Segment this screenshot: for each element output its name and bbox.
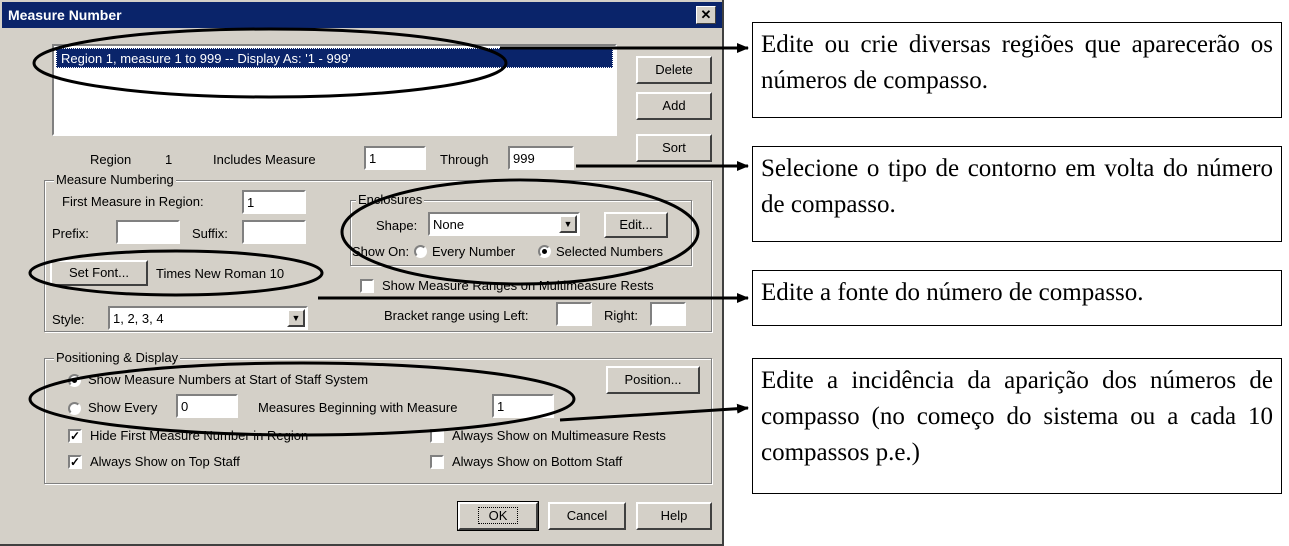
show-ranges-checkbox[interactable] (360, 279, 374, 293)
show-at-start-label: Show Measure Numbers at Start of Staff S… (88, 372, 369, 387)
style-dropdown[interactable]: 1, 2, 3, 4 ▼ (108, 306, 308, 330)
add-button-label: Add (662, 98, 686, 113)
prefix-label: Prefix: (52, 226, 89, 241)
suffix-label: Suffix: (192, 226, 228, 241)
region-number: 1 (165, 152, 173, 167)
prefix-field[interactable] (116, 220, 180, 244)
positioning-display-legend: Positioning & Display (54, 350, 181, 365)
bracket-left-field[interactable] (556, 302, 592, 326)
shape-label: Shape: (376, 218, 418, 233)
first-measure-field[interactable]: 1 (242, 190, 306, 214)
beginning-with-field[interactable]: 1 (492, 394, 554, 418)
help-button-label: Help (660, 508, 688, 523)
bracket-range-label: Bracket range using Left: (384, 308, 529, 323)
selected-numbers-label: Selected Numbers (556, 244, 663, 259)
region-label: Region (90, 152, 132, 167)
callout-font: Edite a fonte do número de compasso. (752, 270, 1282, 326)
every-number-radio[interactable] (414, 245, 427, 258)
check-icon: ✓ (70, 455, 81, 469)
callout-enclosure: Selecione o tipo de contorno em volta do… (752, 146, 1282, 242)
show-on-label: Show On: (352, 244, 410, 259)
callout-positioning: Edite a incidência da aparição dos númer… (752, 358, 1282, 494)
includes-measure-field[interactable]: 1 (364, 146, 426, 170)
through-label: Through (440, 152, 489, 167)
sort-button-label: Sort (662, 140, 686, 155)
position-button[interactable]: Position... (606, 366, 700, 394)
dialog-title: Measure Number (8, 7, 122, 23)
includes-measure-label: Includes Measure (213, 152, 316, 167)
sort-button[interactable]: Sort (636, 134, 712, 162)
add-button[interactable]: Add (636, 92, 712, 120)
always-top-checkbox[interactable]: ✓ (68, 455, 82, 469)
region-list-item[interactable]: Region 1, measure 1 to 999 -- Display As… (56, 48, 613, 68)
beginning-with-label: Measures Beginning with Measure (258, 400, 458, 415)
edit-button-label: Edit... (619, 217, 653, 232)
ok-button-label: OK (477, 507, 519, 524)
shape-dropdown[interactable]: None ▼ (428, 212, 580, 236)
always-multimeasure-label: Always Show on Multimeasure Rests (452, 428, 666, 443)
dialog-titlebar: Measure Number ✕ (2, 2, 722, 28)
always-bottom-checkbox[interactable] (430, 455, 444, 469)
measure-number-dialog: Measure Number ✕ Region 1, measure 1 to … (0, 0, 724, 546)
show-every-radio[interactable] (68, 402, 81, 415)
show-at-start-radio[interactable] (68, 374, 81, 387)
close-icon[interactable]: ✕ (696, 6, 716, 24)
set-font-button-label: Set Font... (69, 265, 129, 280)
dropdown-arrow-icon[interactable]: ▼ (287, 309, 305, 327)
shape-dropdown-value: None (433, 217, 465, 232)
show-every-label: Show Every (88, 400, 158, 415)
region-listbox[interactable]: Region 1, measure 1 to 999 -- Display As… (52, 44, 617, 136)
always-top-label: Always Show on Top Staff (90, 454, 240, 469)
style-label: Style: (52, 312, 85, 327)
always-bottom-label: Always Show on Bottom Staff (452, 454, 623, 469)
cancel-button-label: Cancel (566, 508, 608, 523)
font-display: Times New Roman 10 (156, 266, 285, 281)
show-ranges-label: Show Measure Ranges on Multimeasure Rest… (382, 278, 654, 293)
dropdown-arrow-icon[interactable]: ▼ (559, 215, 577, 233)
suffix-field[interactable] (242, 220, 306, 244)
selected-numbers-radio[interactable] (538, 245, 551, 258)
delete-button-label: Delete (655, 62, 693, 77)
set-font-button[interactable]: Set Font... (50, 260, 148, 286)
help-button[interactable]: Help (636, 502, 712, 530)
enclosures-legend: Enclosures (356, 192, 425, 207)
cancel-button[interactable]: Cancel (548, 502, 626, 530)
style-dropdown-value: 1, 2, 3, 4 (113, 311, 164, 326)
first-measure-label: First Measure in Region: (62, 194, 204, 209)
measure-numbering-legend: Measure Numbering (54, 172, 176, 187)
bracket-right-label: Right: (604, 308, 638, 323)
check-icon: ✓ (70, 429, 81, 443)
position-button-label: Position... (624, 372, 682, 387)
hide-first-label: Hide First Measure Number in Region (90, 428, 309, 443)
callout-regions: Edite ou crie diversas regiões que apare… (752, 22, 1282, 118)
every-number-label: Every Number (432, 244, 516, 259)
delete-button[interactable]: Delete (636, 56, 712, 84)
show-every-field[interactable]: 0 (176, 394, 238, 418)
edit-enclosure-button[interactable]: Edit... (604, 212, 668, 238)
always-multimeasure-checkbox[interactable] (430, 429, 444, 443)
ok-button[interactable]: OK (457, 501, 539, 531)
bracket-right-field[interactable] (650, 302, 686, 326)
hide-first-checkbox[interactable]: ✓ (68, 429, 82, 443)
through-field[interactable]: 999 (508, 146, 574, 170)
